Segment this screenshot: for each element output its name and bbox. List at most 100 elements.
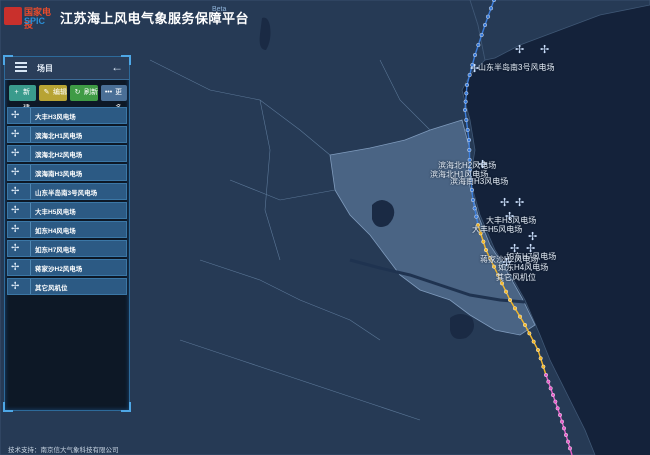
track-point[interactable] bbox=[523, 323, 528, 328]
panel-corner bbox=[3, 402, 13, 412]
header: 国家电投 SPIC 江苏海上风电气象服务保障平台 Beta bbox=[0, 0, 650, 34]
wind-turbine-icon[interactable]: ✢ bbox=[515, 45, 524, 56]
refresh-button-label: 刷新 bbox=[84, 89, 98, 96]
footer-credit: 技术支持：南京信大气象科技有限公司 bbox=[8, 447, 119, 454]
more-button[interactable]: •••更多 bbox=[101, 85, 127, 112]
map-label[interactable]: 大丰H5风电场 bbox=[472, 224, 522, 235]
list-item[interactable]: ✢ 滨海南H3风电场 bbox=[7, 164, 127, 181]
track-point[interactable] bbox=[566, 439, 571, 444]
track-point[interactable] bbox=[465, 127, 470, 132]
track-point[interactable] bbox=[463, 107, 468, 112]
track-point[interactable] bbox=[551, 393, 556, 398]
logo-mark bbox=[4, 7, 22, 25]
panel-header: 场目 ← bbox=[5, 57, 129, 80]
track-point[interactable] bbox=[476, 43, 481, 48]
wind-turbine-icon[interactable]: ✢ bbox=[515, 198, 524, 209]
list-item[interactable]: ✢ 山东半岛南3号风电场 bbox=[7, 183, 127, 200]
track-point[interactable] bbox=[562, 426, 567, 431]
wind-turbine-icon[interactable]: ✢ bbox=[478, 160, 487, 171]
track-point[interactable] bbox=[538, 356, 543, 361]
wind-turbine-icon: ✢ bbox=[11, 186, 20, 197]
track-point[interactable] bbox=[471, 197, 476, 202]
logo-en: SPIC bbox=[24, 16, 46, 26]
track-point[interactable] bbox=[548, 386, 553, 391]
wind-turbine-icon: ✢ bbox=[11, 110, 20, 121]
track-point[interactable] bbox=[536, 348, 541, 353]
wind-turbine-icon: ✢ bbox=[11, 129, 20, 140]
track-point[interactable] bbox=[544, 373, 549, 378]
list-item[interactable]: ✢ 其它风机位 bbox=[7, 278, 127, 295]
track-point[interactable] bbox=[531, 339, 536, 344]
track-point[interactable] bbox=[472, 206, 477, 211]
edit-button[interactable]: ✎ 编辑 bbox=[39, 85, 67, 101]
refresh-button[interactable]: ↻ 刷新 bbox=[70, 85, 98, 101]
track-point[interactable] bbox=[470, 187, 475, 192]
wind-farm-panel: 场目 ← +新建 ✎编辑 ↻刷新 •••更多 ✢ 大丰H3风电场 ✢ 滨海北H1风电… bbox=[3, 55, 131, 412]
track-point[interactable] bbox=[465, 82, 470, 87]
plus-icon: + bbox=[14, 89, 19, 96]
track-point[interactable] bbox=[504, 289, 509, 294]
wind-turbine-icon: ✢ bbox=[11, 224, 20, 235]
wind-turbine-icon: ✢ bbox=[11, 281, 20, 292]
beta-badge: Beta bbox=[212, 6, 227, 13]
new-button[interactable]: +新建 bbox=[9, 85, 36, 112]
track-point[interactable] bbox=[467, 137, 472, 142]
track-point[interactable] bbox=[492, 264, 497, 269]
track-point[interactable] bbox=[474, 214, 479, 219]
track-point[interactable] bbox=[464, 91, 469, 96]
list-item[interactable]: ✢ 如东H4风电场 bbox=[7, 221, 127, 238]
track-point[interactable] bbox=[508, 298, 513, 303]
track-point[interactable] bbox=[527, 331, 532, 336]
wind-turbine-icon[interactable]: ✢ bbox=[505, 212, 514, 223]
list-item[interactable]: ✢ 大丰H5风电场 bbox=[7, 202, 127, 219]
list-item[interactable]: ✢ 蒋家沙H2风电场 bbox=[7, 259, 127, 276]
list-item[interactable]: ✢ 如东H7风电场 bbox=[7, 240, 127, 257]
list-item-label: 滨海北H1风电场 bbox=[35, 133, 83, 140]
list-item[interactable]: ✢ 大丰H3风电场 bbox=[7, 107, 127, 124]
panel-corner bbox=[121, 402, 131, 412]
track-point[interactable] bbox=[558, 413, 563, 418]
wind-turbine-icon: ✢ bbox=[11, 167, 20, 178]
track-point[interactable] bbox=[464, 117, 469, 122]
wind-turbine-icon[interactable]: ✢ bbox=[510, 244, 519, 255]
track-point[interactable] bbox=[555, 406, 560, 411]
arrow-left-icon[interactable]: ← bbox=[111, 60, 123, 74]
wind-turbine-icon[interactable]: ✢ bbox=[470, 64, 479, 75]
track-point[interactable] bbox=[553, 399, 558, 404]
list-item-label: 大丰H3风电场 bbox=[35, 114, 76, 121]
track-point[interactable] bbox=[546, 379, 551, 384]
map-label[interactable]: 其它风机位 bbox=[496, 272, 536, 283]
list-item[interactable]: ✢ 滨海北H1风电场 bbox=[7, 126, 127, 143]
wind-turbine-icon: ✢ bbox=[11, 148, 20, 159]
map-label[interactable]: 滨海南H3风电场 bbox=[450, 176, 508, 187]
wind-turbine-icon[interactable]: ✢ bbox=[526, 244, 535, 255]
wind-turbine-icon[interactable]: ✢ bbox=[540, 45, 549, 56]
wind-turbine-icon: ✢ bbox=[11, 243, 20, 254]
track-point[interactable] bbox=[463, 99, 468, 104]
wind-turbine-icon: ✢ bbox=[11, 262, 20, 273]
panel-toolbar: +新建 ✎编辑 ↻刷新 •••更多 bbox=[9, 85, 127, 112]
track-point[interactable] bbox=[564, 433, 569, 438]
track-point[interactable] bbox=[467, 147, 472, 152]
list-item-label: 滨海北H2风电场 bbox=[35, 152, 83, 159]
edit-button-label: 编辑 bbox=[53, 89, 67, 96]
track-point[interactable] bbox=[481, 239, 486, 244]
map-label[interactable]: 山东半岛南3号风电场 bbox=[478, 62, 554, 73]
track-point[interactable] bbox=[541, 364, 546, 369]
wind-turbine-icon: ✢ bbox=[11, 205, 20, 216]
wind-turbine-icon[interactable]: ✢ bbox=[500, 198, 509, 209]
track-point[interactable] bbox=[518, 314, 523, 319]
spic-logo: 国家电投 SPIC bbox=[4, 5, 56, 30]
menu-icon[interactable] bbox=[15, 62, 27, 72]
list-item-label: 其它风机位 bbox=[35, 285, 68, 292]
wind-turbine-icon[interactable]: ✢ bbox=[528, 232, 537, 243]
list-item-label: 蒋家沙H2风电场 bbox=[35, 266, 83, 273]
track-point[interactable] bbox=[473, 53, 478, 58]
track-point[interactable] bbox=[513, 306, 518, 311]
more-icon: ••• bbox=[104, 89, 113, 96]
track-point[interactable] bbox=[568, 446, 573, 451]
track-point[interactable] bbox=[560, 419, 565, 424]
list-item[interactable]: ✢ 滨海北H2风电场 bbox=[7, 145, 127, 162]
track-point[interactable] bbox=[484, 247, 489, 252]
wind-turbine-icon[interactable]: ✢ bbox=[502, 258, 511, 269]
